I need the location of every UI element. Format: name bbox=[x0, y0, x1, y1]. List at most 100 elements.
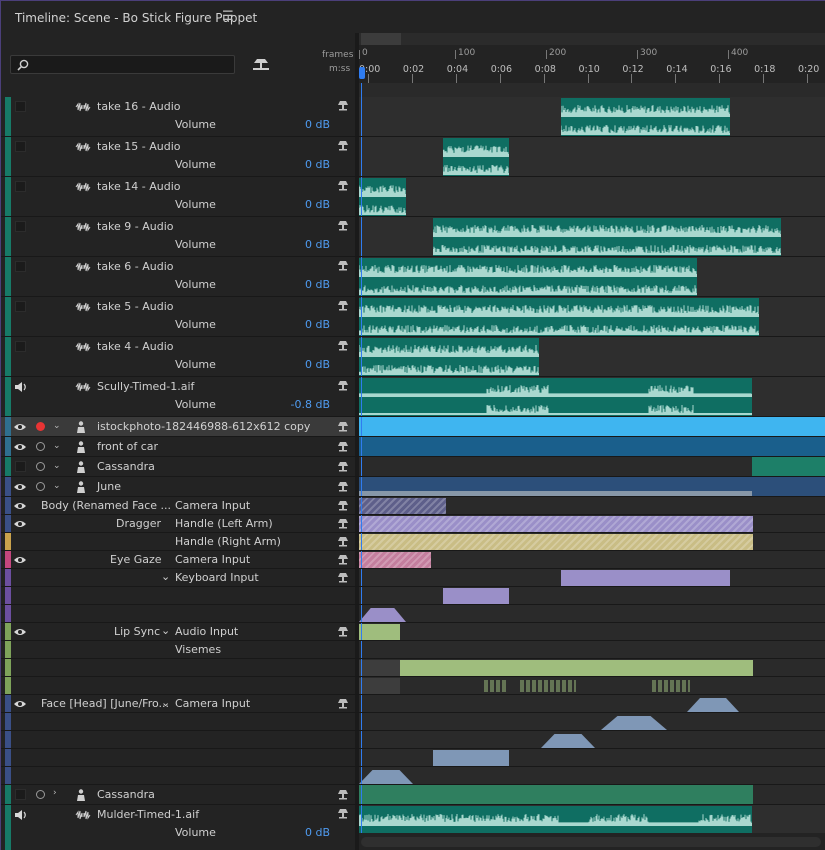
arm-record-icon[interactable] bbox=[337, 518, 349, 529]
arm-record-icon[interactable] bbox=[337, 789, 349, 800]
body-camera-clip[interactable] bbox=[359, 498, 446, 514]
volume-value[interactable]: 0 dB bbox=[305, 238, 330, 251]
face-camera-clip[interactable] bbox=[433, 750, 509, 766]
expand-chevron-icon[interactable]: ⌄ bbox=[161, 624, 170, 637]
arm-record-icon[interactable] bbox=[337, 808, 349, 819]
horizontal-scrollbar-thumb[interactable] bbox=[361, 837, 821, 847]
puppet-filter-icon[interactable] bbox=[252, 57, 270, 71]
volume-value[interactable]: 0 dB bbox=[305, 278, 330, 291]
visibility-eye-icon[interactable] bbox=[13, 482, 27, 492]
visibility-eye-icon[interactable] bbox=[13, 442, 27, 452]
visibility-eye-icon[interactable] bbox=[13, 422, 27, 432]
visibility-eye-icon[interactable] bbox=[13, 699, 27, 709]
visibility-eye-icon[interactable] bbox=[13, 519, 27, 529]
arm-record-icon[interactable] bbox=[337, 300, 349, 311]
track-enable-checkbox[interactable] bbox=[15, 221, 26, 232]
track-enable-checkbox[interactable] bbox=[15, 101, 26, 112]
record-arm-button[interactable] bbox=[36, 422, 45, 431]
arm-record-icon[interactable] bbox=[337, 536, 349, 547]
volume-value[interactable]: 0 dB bbox=[305, 318, 330, 331]
arm-record-icon[interactable] bbox=[337, 441, 349, 452]
speaker-icon[interactable] bbox=[14, 381, 28, 393]
arm-record-icon[interactable] bbox=[337, 500, 349, 511]
expand-chevron-icon[interactable]: ⌄ bbox=[161, 696, 170, 709]
audio-clip[interactable] bbox=[443, 138, 509, 176]
arm-record-icon[interactable] bbox=[337, 260, 349, 271]
arm-record-icon[interactable] bbox=[337, 180, 349, 191]
playhead-handle[interactable] bbox=[359, 67, 365, 79]
record-arm-button[interactable] bbox=[36, 790, 45, 799]
visemes-gap[interactable] bbox=[359, 660, 400, 676]
volume-value[interactable]: 0 dB bbox=[305, 158, 330, 171]
track-enable-checkbox[interactable] bbox=[15, 261, 26, 272]
search-input[interactable] bbox=[10, 55, 235, 74]
audio-clip[interactable] bbox=[359, 258, 697, 296]
expand-chevron-icon[interactable]: ⌄ bbox=[53, 461, 61, 471]
arm-record-icon[interactable] bbox=[337, 698, 349, 709]
audio-clip[interactable] bbox=[359, 378, 752, 416]
arm-record-icon[interactable] bbox=[337, 626, 349, 637]
visibility-eye-icon[interactable] bbox=[13, 627, 27, 637]
arm-record-icon[interactable] bbox=[337, 481, 349, 492]
expand-chevron-icon[interactable]: ⌄ bbox=[53, 441, 61, 451]
dragger-right-arm-clip[interactable] bbox=[359, 534, 753, 550]
arm-record-icon[interactable] bbox=[337, 140, 349, 151]
lip-sync-audio-clip[interactable] bbox=[359, 624, 400, 640]
track-enable-checkbox[interactable] bbox=[15, 461, 26, 472]
face-camera-clip[interactable] bbox=[687, 696, 739, 712]
volume-value[interactable]: 0 dB bbox=[305, 358, 330, 371]
keyboard-input-clip[interactable] bbox=[443, 588, 509, 604]
expand-chevron-icon[interactable]: ⌄ bbox=[53, 481, 61, 491]
audio-waveform bbox=[561, 105, 730, 135]
arm-record-icon[interactable] bbox=[337, 421, 349, 432]
face-camera-clip[interactable] bbox=[541, 732, 595, 748]
track-enable-checkbox[interactable] bbox=[15, 141, 26, 152]
record-arm-button[interactable] bbox=[36, 442, 45, 451]
keyboard-input-clip[interactable] bbox=[359, 606, 406, 622]
keyboard-input-clip[interactable] bbox=[561, 570, 730, 586]
eye-gaze-camera-clip[interactable] bbox=[359, 552, 431, 568]
record-arm-button[interactable] bbox=[36, 482, 45, 491]
face-camera-clip[interactable] bbox=[601, 714, 667, 730]
face-camera-clip[interactable] bbox=[359, 768, 413, 784]
volume-value[interactable]: 0 dB bbox=[305, 826, 330, 839]
record-arm-button[interactable] bbox=[36, 462, 45, 471]
audio-clip[interactable] bbox=[359, 338, 539, 376]
hamburger-menu-icon[interactable]: ☰ bbox=[222, 9, 234, 24]
audio-clip[interactable] bbox=[359, 178, 406, 216]
dragger-left-arm-clip[interactable] bbox=[359, 516, 753, 532]
volume-value[interactable]: -0.8 dB bbox=[291, 398, 331, 411]
arm-record-icon[interactable] bbox=[337, 461, 349, 472]
track-enable-checkbox[interactable] bbox=[15, 789, 26, 800]
time-ruler[interactable]: 0 100 200 300 400 0:00 0:02 0:04 0:06 0:08 0:10 0:1… bbox=[359, 33, 825, 83]
puppet-clip-front-of-car[interactable] bbox=[359, 437, 825, 456]
expand-chevron-icon[interactable]: ⌄ bbox=[53, 421, 61, 431]
arm-record-icon[interactable] bbox=[337, 220, 349, 231]
visemes-clip[interactable] bbox=[400, 660, 753, 676]
expand-chevron-icon[interactable]: › bbox=[53, 788, 57, 798]
track-enable-checkbox[interactable] bbox=[15, 341, 26, 352]
timeline-scrollbar[interactable] bbox=[359, 33, 825, 45]
arm-record-icon[interactable] bbox=[337, 380, 349, 391]
arm-record-icon[interactable] bbox=[337, 572, 349, 583]
puppet-clip-selected[interactable] bbox=[359, 417, 825, 436]
arm-record-icon[interactable] bbox=[337, 100, 349, 111]
visibility-eye-icon[interactable] bbox=[13, 501, 27, 511]
volume-value[interactable]: 0 dB bbox=[305, 118, 330, 131]
visibility-eye-icon[interactable] bbox=[13, 555, 27, 565]
track-header-toolbar: frames m:ss bbox=[1, 33, 355, 83]
track-enable-checkbox[interactable] bbox=[15, 301, 26, 312]
audio-clip[interactable] bbox=[359, 298, 759, 336]
expand-chevron-icon[interactable]: ⌄ bbox=[161, 570, 170, 583]
arm-record-icon[interactable] bbox=[337, 554, 349, 565]
puppet-clip-cassandra[interactable] bbox=[359, 785, 753, 804]
arm-record-icon[interactable] bbox=[337, 340, 349, 351]
scrollbar-thumb[interactable] bbox=[361, 33, 401, 45]
puppet-clip-cassandra[interactable] bbox=[752, 457, 825, 476]
playhead-line bbox=[361, 83, 362, 850]
speaker-icon[interactable] bbox=[14, 809, 28, 821]
volume-value[interactable]: 0 dB bbox=[305, 198, 330, 211]
audio-clip[interactable] bbox=[433, 218, 781, 256]
audio-clip[interactable] bbox=[561, 98, 730, 136]
track-enable-checkbox[interactable] bbox=[15, 181, 26, 192]
